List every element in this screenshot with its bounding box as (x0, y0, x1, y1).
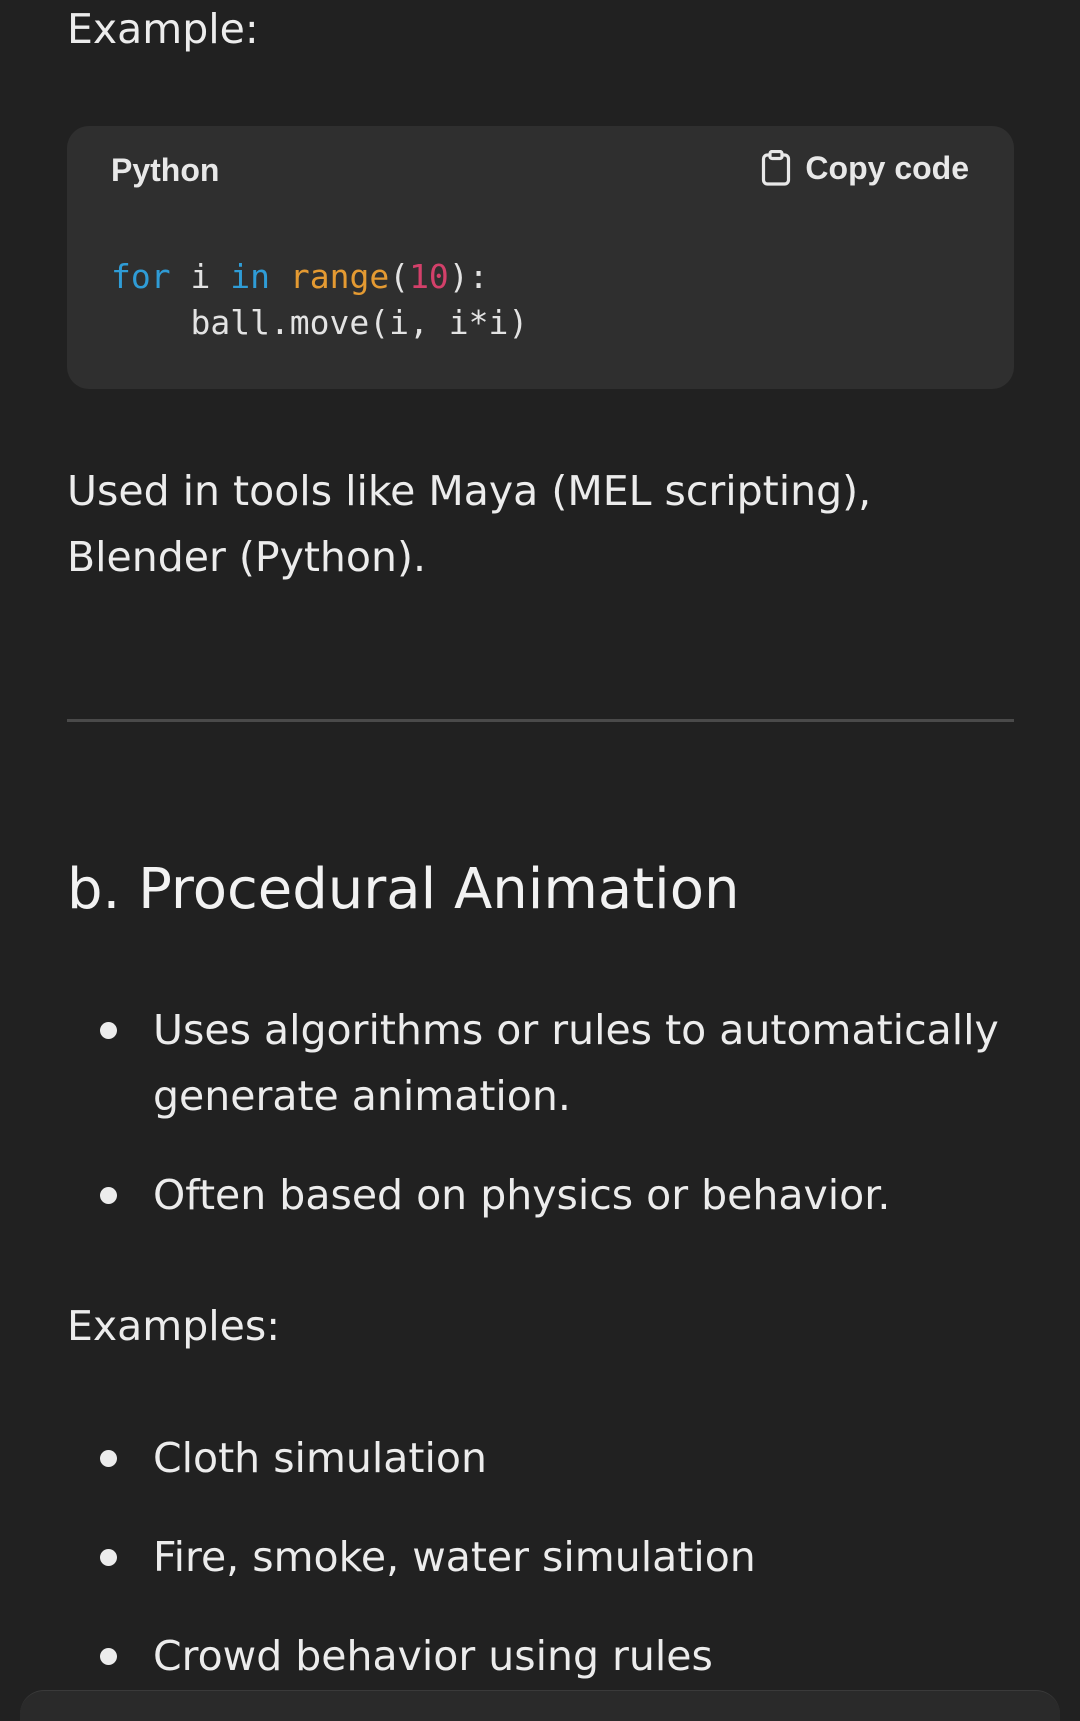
examples-bullets: Cloth simulation Fire, smoke, water simu… (67, 1425, 1014, 1689)
list-item-text: Often based on physics or behavior. (153, 1171, 891, 1219)
composer-edge (20, 1690, 1060, 1721)
list-item-text: Uses algorithms or rules to automaticall… (153, 1006, 999, 1120)
bullet-dot (100, 1450, 117, 1467)
list-item: Crowd behavior using rules (67, 1623, 1014, 1689)
code-var-i: i (170, 257, 231, 296)
copy-code-label: Copy code (805, 150, 969, 186)
code-line-2: ball.move(i, i*i) (111, 303, 529, 342)
code-paren-close: ): (448, 257, 489, 296)
code-language-label: Python (111, 152, 220, 188)
list-item-text: Crowd behavior using rules (153, 1632, 713, 1680)
bullet-dot (100, 1549, 117, 1566)
section-heading: b. Procedural Animation (67, 857, 740, 922)
list-item: Uses algorithms or rules to automaticall… (67, 997, 1014, 1129)
procedural-bullets: Uses algorithms or rules to automaticall… (67, 997, 1014, 1228)
list-item: Often based on physics or behavior. (67, 1162, 1014, 1228)
code-number: 10 (409, 257, 449, 296)
section-divider (67, 719, 1014, 722)
copy-code-button[interactable]: Copy code (761, 148, 969, 188)
examples-label: Examples: (67, 1302, 281, 1350)
list-item: Fire, smoke, water simulation (67, 1524, 1014, 1590)
code-keyword-in: in (230, 257, 270, 296)
code-function-range: range (289, 257, 390, 296)
list-item-text: Cloth simulation (153, 1434, 487, 1482)
code-keyword-for: for (111, 257, 171, 296)
list-item: Cloth simulation (67, 1425, 1014, 1491)
code-paren-open: ( (389, 257, 410, 296)
code-content: for i in range(10): ball.move(i, i*i) (111, 254, 528, 346)
tools-paragraph: Used in tools like Maya (MEL scripting),… (67, 467, 872, 581)
example-label: Example: (67, 5, 259, 53)
list-item-text: Fire, smoke, water simulation (153, 1533, 756, 1581)
bullet-dot (100, 1187, 117, 1204)
bullet-dot (100, 1022, 117, 1039)
bullet-dot (100, 1648, 117, 1665)
clipboard-icon (761, 149, 791, 186)
